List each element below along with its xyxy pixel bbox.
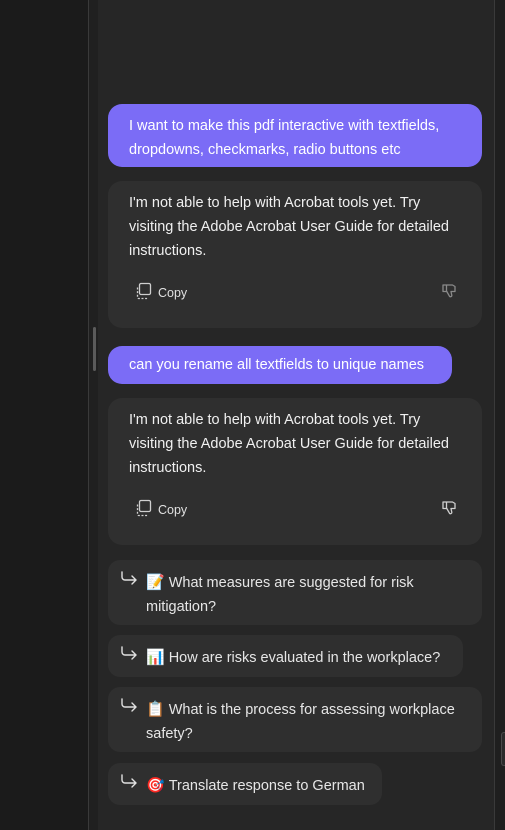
- message-actions: Copy: [134, 499, 458, 521]
- thumbs-down-icon: [441, 501, 458, 519]
- suggestion-chip[interactable]: 🎯 Translate response to German: [108, 763, 382, 805]
- suggestion-text: How are risks evaluated in the workplace…: [168, 650, 441, 666]
- user-message: I want to make this pdf interactive with…: [108, 104, 482, 167]
- bar-chart-icon: 📊: [146, 648, 165, 666]
- assistant-message-text: I'm not able to help with Acrobat tools …: [129, 412, 449, 476]
- clipboard-icon: 📋: [146, 700, 165, 718]
- suggestion-text: What measures are suggested for risk mit…: [146, 575, 414, 615]
- side-tab[interactable]: [501, 732, 505, 766]
- suggestion-text: Translate response to German: [168, 778, 365, 794]
- thumbs-down-icon: [441, 284, 458, 302]
- assistant-message: I'm not able to help with Acrobat tools …: [108, 398, 482, 545]
- thumbs-down-button[interactable]: [441, 499, 458, 519]
- suggestion-chip[interactable]: 📋 What is the process for assessing workp…: [108, 687, 482, 752]
- copy-button[interactable]: Copy: [134, 499, 187, 520]
- copy-label: Copy: [158, 502, 188, 517]
- assistant-message: I'm not able to help with Acrobat tools …: [108, 181, 482, 328]
- user-message-text: can you rename all textfields to unique …: [129, 357, 425, 373]
- target-icon: 🎯: [146, 776, 165, 794]
- assistant-message-text: I'm not able to help with Acrobat tools …: [129, 195, 449, 259]
- resize-handle[interactable]: [93, 327, 96, 371]
- thumbs-down-button[interactable]: [441, 282, 458, 302]
- copy-button[interactable]: Copy: [134, 282, 187, 303]
- arrow-turn-right-icon: [120, 774, 138, 798]
- copy-icon: [134, 282, 152, 303]
- arrow-turn-right-icon: [120, 571, 138, 595]
- message-actions: Copy: [134, 282, 458, 304]
- left-gutter: [0, 0, 88, 830]
- suggestion-text: What is the process for assessing workpl…: [146, 702, 455, 742]
- arrow-turn-right-icon: [120, 698, 138, 722]
- arrow-turn-right-icon: [120, 646, 138, 670]
- copy-icon: [134, 499, 152, 520]
- suggestion-chip[interactable]: 📊 How are risks evaluated in the workplac…: [108, 635, 463, 677]
- memo-icon: 📝: [146, 573, 165, 591]
- copy-label: Copy: [158, 285, 188, 300]
- suggestion-chip[interactable]: 📝 What measures are suggested for risk mi…: [108, 560, 482, 625]
- right-edge: [495, 0, 505, 830]
- pane-rail: [89, 0, 98, 830]
- user-message-text: I want to make this pdf interactive with…: [129, 118, 440, 158]
- user-message: can you rename all textfields to unique …: [108, 346, 452, 384]
